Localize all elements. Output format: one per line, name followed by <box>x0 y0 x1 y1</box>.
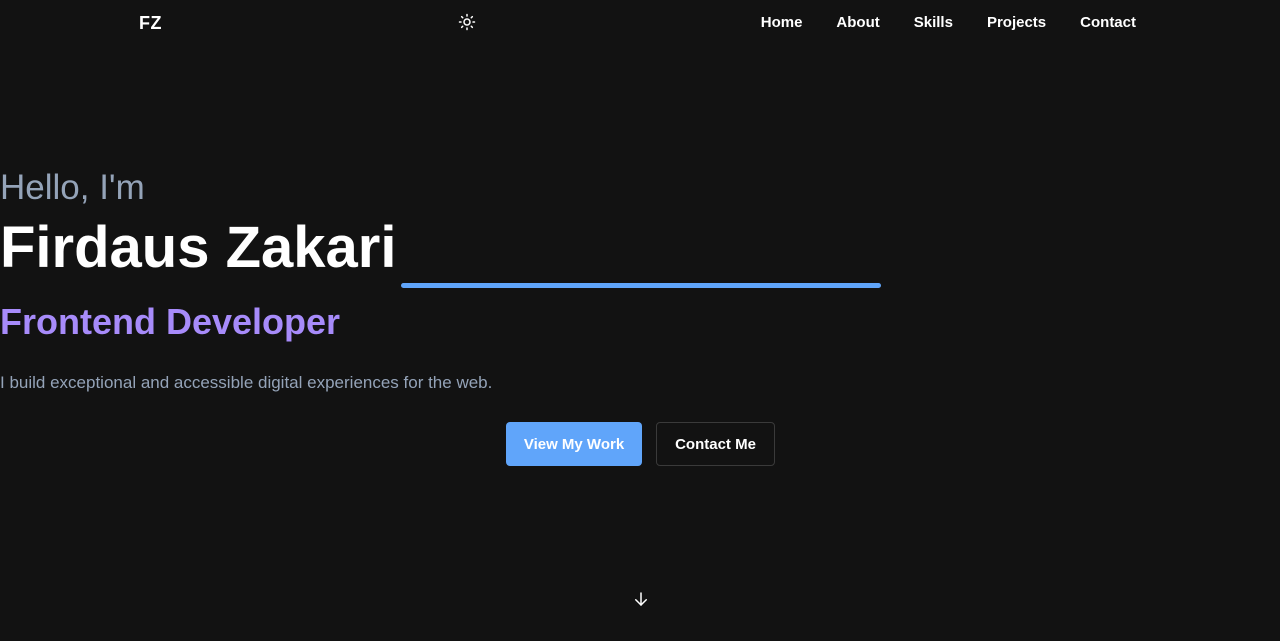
nav-home[interactable]: Home <box>761 13 803 33</box>
scroll-down-button[interactable] <box>631 589 651 609</box>
hero-greeting: Hello, I'm <box>0 168 145 207</box>
nav-contact[interactable]: Contact <box>1080 13 1136 33</box>
name-underline <box>401 283 881 288</box>
nav-projects[interactable]: Projects <box>987 13 1046 33</box>
sun-icon <box>458 13 476 31</box>
contact-me-button[interactable]: Contact Me <box>656 422 775 466</box>
arrow-down-icon <box>635 592 647 606</box>
hero-role: Frontend Developer <box>0 301 341 342</box>
page: FZ Home About Skills Projects Contact He… <box>0 0 1280 641</box>
site-logo[interactable]: FZ <box>139 12 162 34</box>
view-my-work-button[interactable]: View My Work <box>506 422 642 466</box>
nav-about[interactable]: About <box>836 13 879 33</box>
hero-name: Firdaus Zakari <box>0 215 397 280</box>
hero-tagline: I build exceptional and accessible digit… <box>0 373 493 392</box>
theme-toggle-button[interactable] <box>457 12 477 32</box>
main-nav: Home About Skills Projects Contact <box>761 13 1136 33</box>
nav-skills[interactable]: Skills <box>914 13 953 33</box>
